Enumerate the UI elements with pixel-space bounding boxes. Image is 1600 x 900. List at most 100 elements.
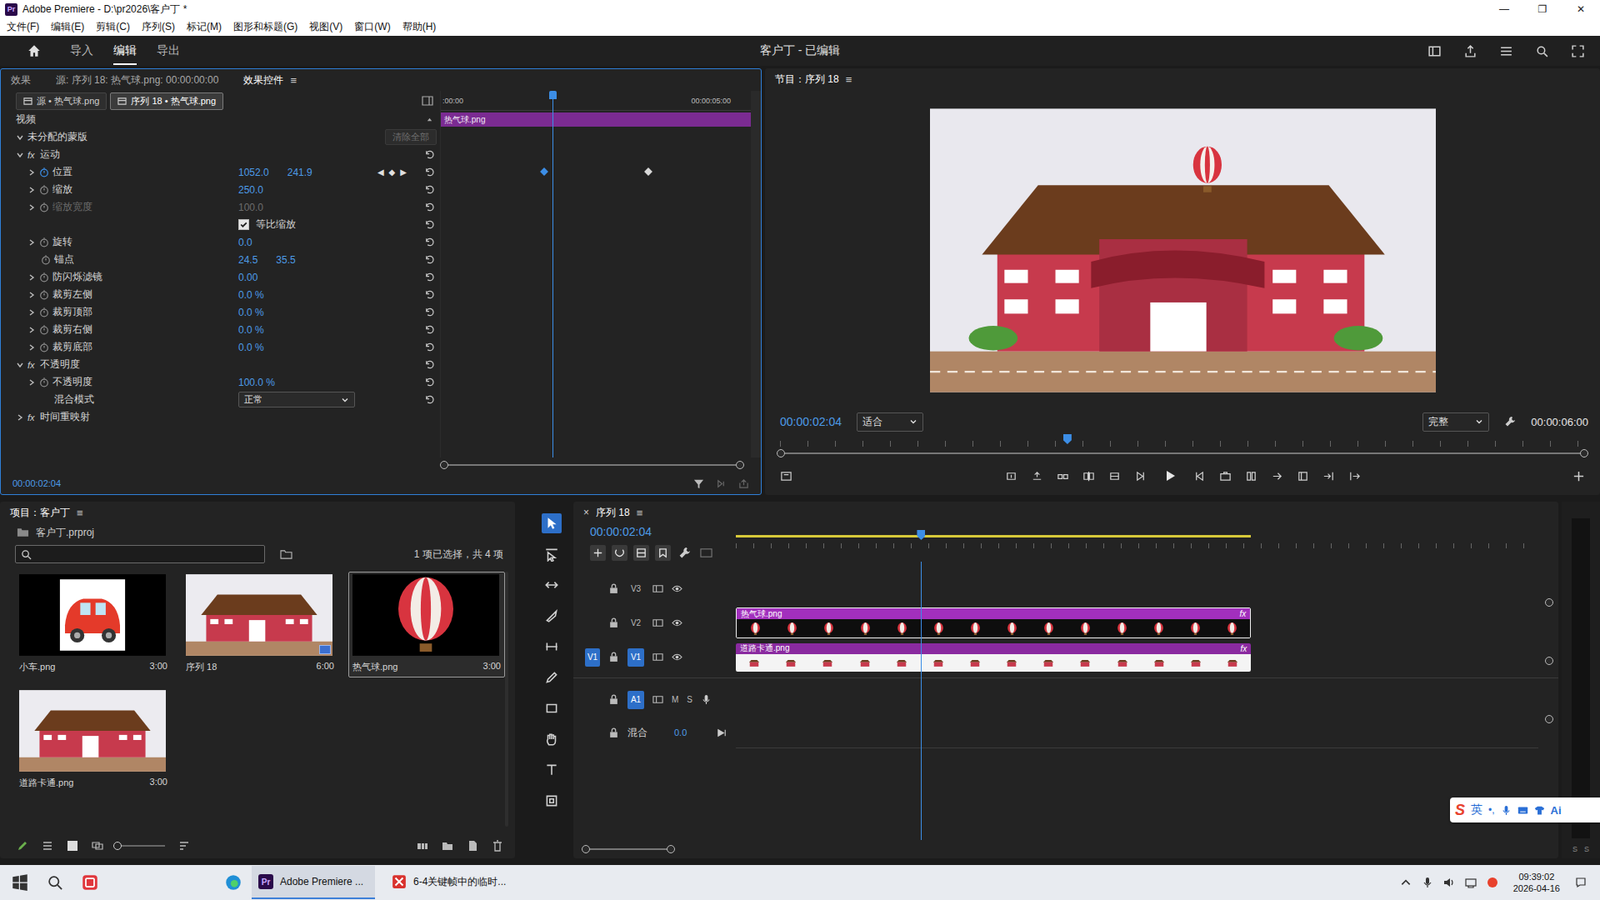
search-field[interactable]: [15, 545, 265, 564]
new-bin-icon[interactable]: [280, 549, 293, 560]
timeline-option-icon[interactable]: [611, 545, 628, 561]
freeform-view-icon[interactable]: [91, 840, 104, 852]
value-field[interactable]: 100.0: [238, 201, 264, 214]
menu-item[interactable]: 标记(M): [186, 20, 222, 35]
keyframe-nav-button[interactable]: ▶: [400, 167, 407, 177]
tool-icon[interactable]: [541, 790, 562, 811]
lock-icon[interactable]: [608, 617, 620, 629]
track-target[interactable]: V2: [627, 614, 645, 633]
work-area-bar[interactable]: [735, 535, 1251, 538]
transport-button-icon[interactable]: [1056, 470, 1070, 483]
timeline-option-icon[interactable]: [590, 545, 606, 561]
wrench-icon[interactable]: [676, 545, 693, 561]
source-patch[interactable]: [585, 690, 600, 710]
twirl-icon[interactable]: [27, 308, 36, 317]
sync-lock-icon[interactable]: [652, 694, 664, 705]
twirl-icon[interactable]: [27, 343, 36, 352]
twirl-icon[interactable]: [27, 290, 36, 300]
punctuation-toggle[interactable]: •,: [1488, 804, 1495, 816]
workspace-action-icon[interactable]: [1570, 44, 1585, 59]
lock-icon[interactable]: [608, 727, 620, 739]
timeline-ruler[interactable]: [735, 530, 1539, 549]
playhead-marker[interactable]: [916, 530, 925, 540]
filter-icon[interactable]: [693, 478, 705, 490]
menu-item[interactable]: 剪辑(C): [95, 20, 130, 35]
taskbar-app[interactable]: PrAdobe Premiere ...: [251, 865, 375, 900]
transport-button-icon[interactable]: [1270, 470, 1284, 483]
timeline-timecode[interactable]: 00:00:02:04: [590, 525, 736, 539]
keyframe-nav-button[interactable]: ◆: [389, 167, 396, 177]
captions-icon[interactable]: [698, 545, 715, 561]
tool-icon[interactable]: [541, 575, 562, 595]
transport-button-icon[interactable]: [1348, 470, 1361, 483]
playhead-marker[interactable]: [1063, 434, 1072, 445]
monitor-time-ruler[interactable]: [780, 433, 1585, 447]
fx-badge[interactable]: fx: [27, 412, 35, 423]
volume-icon[interactable]: [1443, 876, 1455, 889]
panel-menu-button[interactable]: ≡: [290, 74, 297, 87]
tool-icon[interactable]: [541, 729, 562, 750]
twirl-icon[interactable]: [27, 378, 36, 387]
input-mode-toggle[interactable]: 英: [1470, 802, 1483, 818]
input-method-logo[interactable]: S: [1455, 801, 1465, 820]
sort-icon[interactable]: [178, 840, 190, 852]
twirl-icon[interactable]: [27, 203, 36, 212]
thumbnail-size-slider[interactable]: [116, 845, 165, 847]
panel-menu-button[interactable]: ≡: [636, 506, 644, 520]
reset-icon[interactable]: [424, 166, 435, 178]
lock-icon[interactable]: [608, 694, 620, 705]
panel-tab[interactable]: 效果控件≡: [243, 73, 297, 88]
twirl-icon[interactable]: [15, 360, 25, 370]
stopwatch-icon[interactable]: [39, 377, 50, 388]
pencil-icon[interactable]: [16, 840, 29, 852]
stopwatch-icon[interactable]: [39, 237, 50, 248]
export-icon[interactable]: [738, 478, 750, 490]
tool-icon[interactable]: [541, 760, 562, 780]
tool-icon[interactable]: [541, 544, 562, 565]
workspace-action-icon[interactable]: [1427, 44, 1442, 59]
current-timecode[interactable]: 00:00:02:04: [12, 478, 61, 489]
reset-icon[interactable]: [424, 289, 435, 300]
slider-handle[interactable]: [113, 841, 122, 850]
zoom-handle[interactable]: [1545, 656, 1554, 665]
value-field[interactable]: 0.0 %: [238, 289, 265, 301]
tool-icon[interactable]: [541, 605, 562, 626]
zoom-handle[interactable]: [1545, 598, 1554, 607]
notifications-icon[interactable]: [1575, 876, 1587, 889]
solo-label[interactable]: S: [1572, 845, 1578, 854]
stopwatch-icon[interactable]: [39, 342, 50, 353]
clip-bar[interactable]: 热气球.png: [440, 112, 751, 127]
windows-start-icon[interactable]: [11, 874, 29, 891]
eye-icon[interactable]: [671, 651, 683, 663]
go-to-end-icon[interactable]: [716, 727, 728, 739]
zoom-dropdown[interactable]: 适合: [856, 412, 924, 432]
workspace-tab[interactable]: 导入: [70, 36, 94, 65]
value-field[interactable]: 250.0: [238, 184, 264, 196]
panel-tab[interactable]: 源: 序列 18: 热气球.png: 00:00:00:00: [55, 73, 219, 88]
source-patch[interactable]: [585, 580, 600, 599]
stopwatch-icon[interactable]: [39, 185, 50, 195]
zoom-bar[interactable]: [440, 460, 761, 470]
timeline-zoom-bar[interactable]: [573, 840, 1559, 859]
delete-icon[interactable]: [491, 840, 504, 852]
transport-button-icon[interactable]: [1005, 470, 1018, 483]
value-field[interactable]: 0.0 %: [238, 324, 265, 336]
twirl-icon[interactable]: [15, 133, 25, 142]
menu-item[interactable]: 编辑(E): [50, 20, 85, 35]
home-icon[interactable]: [26, 43, 42, 59]
stopwatch-icon[interactable]: [40, 255, 51, 265]
source-patch[interactable]: V1: [585, 648, 600, 667]
twirl-icon[interactable]: [27, 185, 36, 195]
value-field[interactable]: 100.0 %: [238, 376, 275, 389]
app-icon[interactable]: [81, 874, 99, 891]
lock-icon[interactable]: [608, 651, 620, 663]
reset-icon[interactable]: [424, 236, 435, 248]
add-button-icon[interactable]: [1572, 470, 1585, 483]
play-icon[interactable]: [1163, 469, 1177, 483]
zoom-handle[interactable]: [776, 449, 785, 458]
project-item[interactable]: 小车.png3:00: [15, 571, 172, 678]
zoom-handle[interactable]: [440, 460, 449, 470]
zoom-handle[interactable]: [735, 460, 745, 470]
fx-badge[interactable]: fx: [27, 150, 35, 160]
mix-volume[interactable]: 0.0: [674, 727, 687, 738]
